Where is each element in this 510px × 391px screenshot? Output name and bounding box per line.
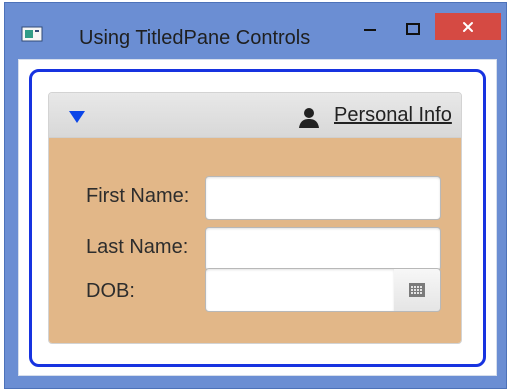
first-name-label: First Name: [86, 185, 190, 207]
minimize-icon [364, 29, 376, 31]
person-icon [299, 108, 319, 128]
window-title: Using TitledPane Controls [79, 27, 311, 49]
dob-label: DOB: [86, 280, 135, 302]
window-client-area: Personal Info First Name: Last Name: DOB… [18, 59, 497, 376]
app-icon [21, 26, 43, 42]
maximize-icon [406, 23, 420, 35]
close-button[interactable] [435, 13, 501, 40]
maximize-button[interactable] [399, 15, 427, 43]
window-title-bar[interactable]: Using TitledPane Controls [5, 3, 506, 59]
dob-field[interactable] [205, 268, 395, 312]
close-icon [463, 21, 473, 32]
first-name-field[interactable] [205, 176, 441, 220]
titled-pane-content: First Name: Last Name: DOB: [49, 138, 461, 343]
calendar-button[interactable] [394, 268, 441, 312]
application-window: Using TitledPane Controls Personal Info … [4, 2, 507, 389]
titled-pane-title[interactable]: Personal Info [334, 104, 452, 127]
minimize-button[interactable] [356, 15, 384, 43]
titled-pane-header[interactable]: Personal Info [49, 93, 461, 138]
calendar-icon [409, 283, 425, 297]
last-name-field[interactable] [205, 227, 441, 271]
focus-frame: Personal Info First Name: Last Name: DOB… [29, 69, 486, 367]
expand-arrow-icon[interactable] [68, 110, 86, 124]
last-name-label: Last Name: [86, 236, 189, 258]
titled-pane: Personal Info First Name: Last Name: DOB… [48, 92, 462, 344]
